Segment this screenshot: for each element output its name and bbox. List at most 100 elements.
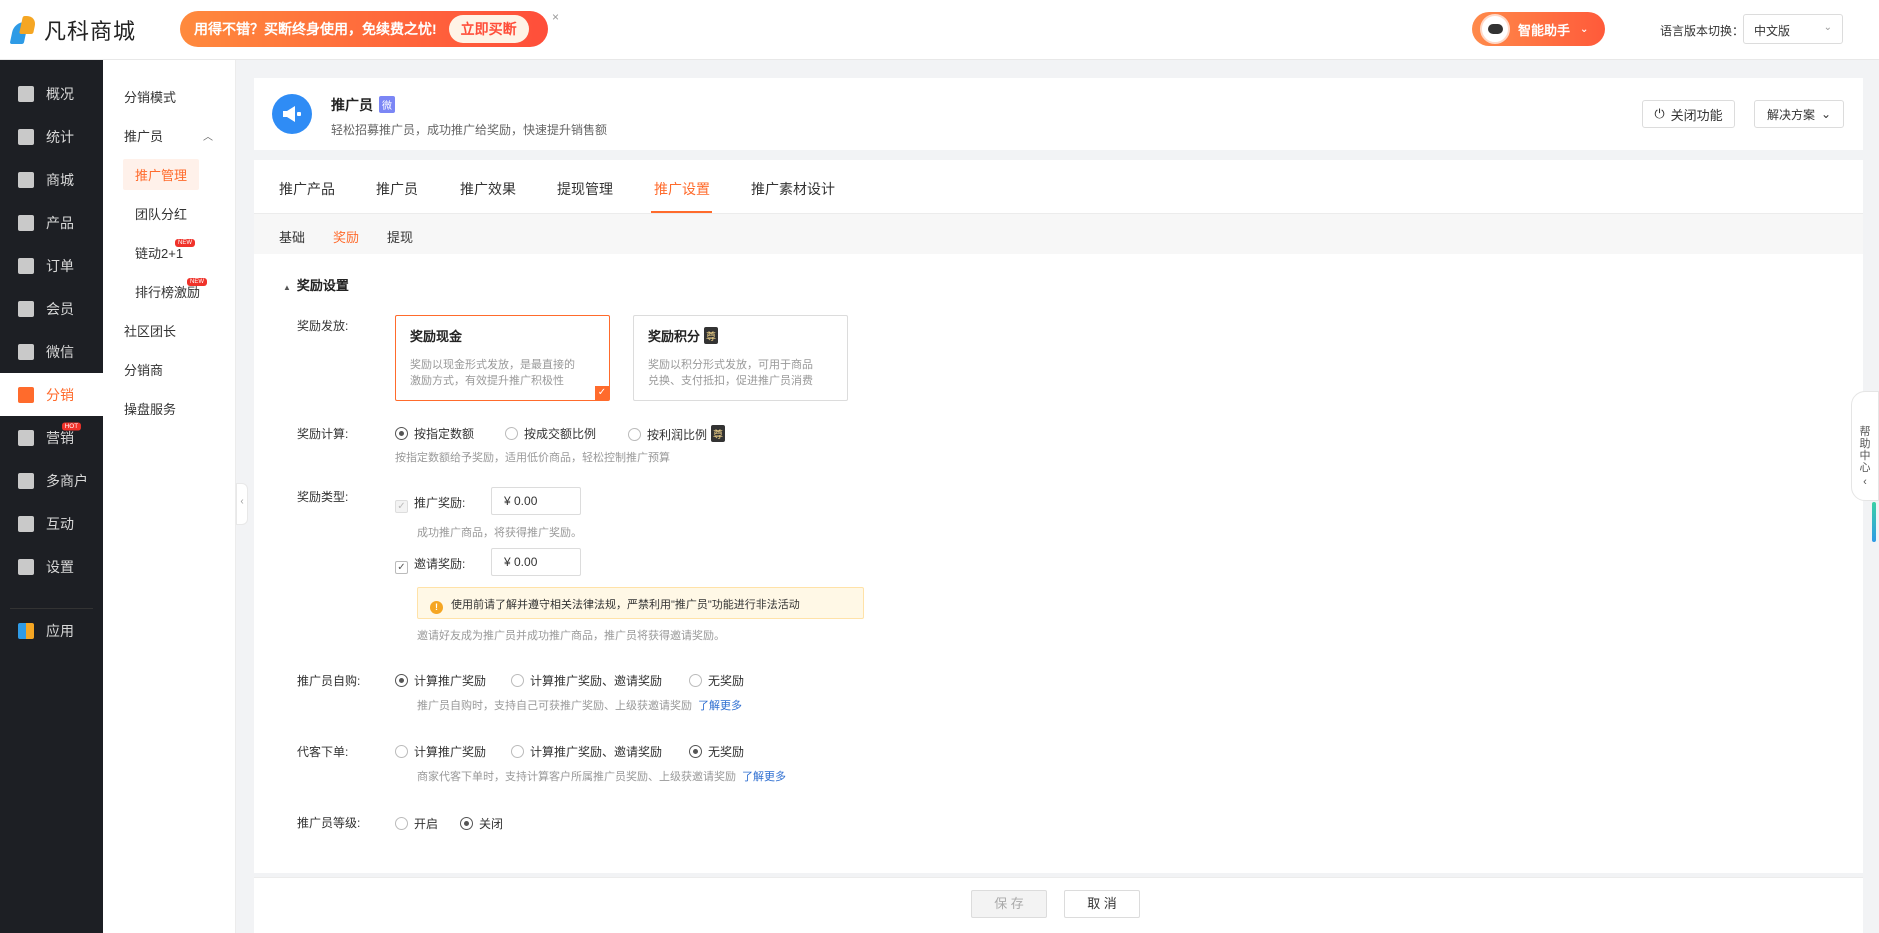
radio-fixed-amount[interactable]: 按指定数额	[395, 425, 474, 442]
close-feature-button[interactable]: ⏻ 关闭功能	[1642, 100, 1735, 128]
subtab-basic[interactable]: 基础	[279, 227, 305, 246]
sub-menu: 分销模式 推广员 ︿ 推广管理 团队分红 链动2+1 NEW 排行榜激励 NEW 社区…	[103, 60, 236, 933]
learn-more-link[interactable]: 了解更多	[742, 771, 786, 783]
section-title[interactable]: ▲ 奖励设置	[283, 275, 349, 294]
radio-self-promo-invite[interactable]: 计算推广奖励、邀请奖励	[511, 672, 662, 689]
sidebar-item-apps[interactable]: 应用	[0, 609, 103, 652]
radio-self-none[interactable]: 无奖励	[689, 672, 744, 689]
subtab-withdraw[interactable]: 提现	[387, 227, 413, 246]
language-select[interactable]: 中文版 ⌄	[1743, 14, 1843, 44]
check-icon: ✓	[595, 386, 609, 400]
help-text: 帮 助 中 心	[1859, 426, 1871, 474]
close-icon[interactable]: ×	[552, 10, 559, 24]
radio-level-on[interactable]: 开启	[395, 815, 438, 832]
proxy-order-hint: 商家代客下单时，支持计算客户所属推广员奖励、上级获邀请奖励 了解更多	[417, 768, 786, 784]
submenu-item-mode[interactable]: 分销模式	[103, 77, 235, 116]
lang-label: 语言版本切换：	[1660, 24, 1745, 38]
submenu-label: 推广管理	[123, 159, 200, 190]
grid-icon	[18, 214, 34, 231]
sidebar-item-label: 产品	[46, 214, 74, 231]
radio-proxy-none[interactable]: 无奖励	[689, 743, 744, 760]
tab-promo-effect[interactable]: 推广效果	[460, 179, 516, 199]
sidebar-item-settings[interactable]: 设置	[0, 545, 103, 588]
submenu-item-team-bonus[interactable]: 团队分红	[103, 194, 235, 233]
submenu-item-chain[interactable]: 链动2+1 NEW	[103, 233, 235, 272]
radio-label: 按成交额比例	[524, 427, 597, 441]
card-desc: 奖励以积分形式发放，可用于商品 兑换、支付抵扣，促进推广员消费	[648, 357, 833, 389]
invite-reward-input[interactable]: ¥ 0.00	[491, 548, 581, 576]
radio-proxy-promo-invite[interactable]: 计算推广奖励、邀请奖励	[511, 743, 662, 760]
radio-profit-ratio[interactable]: 按利润比例尊	[628, 425, 726, 443]
submenu-item-community[interactable]: 社区团长	[103, 311, 235, 350]
chevron-down-icon: ⌄	[1820, 107, 1832, 121]
tab-promo-products[interactable]: 推广产品	[279, 179, 335, 199]
logo[interactable]: 凡科商城	[9, 14, 136, 46]
collapse-submenu-button[interactable]: ‹	[236, 483, 248, 525]
radio-label: 按指定数额	[414, 427, 475, 441]
user-share-icon	[18, 386, 34, 403]
tab-promoters[interactable]: 推广员	[376, 179, 418, 199]
sidebar-item-marketing[interactable]: 营销 HOT	[0, 416, 103, 459]
submenu-item-promo-manage[interactable]: 推广管理	[103, 155, 235, 194]
title-text: 推广员	[331, 97, 373, 113]
sidebar-item-distribution[interactable]: 分销	[0, 373, 103, 416]
sidebar-item-products[interactable]: 产品	[0, 201, 103, 244]
save-button[interactable]: 保 存	[971, 890, 1047, 918]
invite-reward-checkbox[interactable]: ✓ 邀请奖励:	[395, 555, 465, 574]
sidebar-item-stats[interactable]: 统计	[0, 115, 103, 158]
radio-self-promo[interactable]: 计算推广奖励	[395, 672, 486, 689]
cancel-button[interactable]: 取 消	[1064, 890, 1140, 918]
promo-reward-hint: 成功推广商品，将获得推广奖励。	[417, 527, 582, 539]
sidebar-item-mall[interactable]: 商城	[0, 158, 103, 201]
self-buy-hint: 推广员自购时，支持自己可获推广奖励、上级获邀请奖励 了解更多	[417, 697, 742, 713]
help-indicator	[1872, 502, 1876, 542]
tab-material-design[interactable]: 推广素材设计	[751, 179, 835, 199]
promo-reward-input[interactable]: ¥ 0.00	[491, 487, 581, 515]
radio-proxy-promo[interactable]: 计算推广奖励	[395, 743, 486, 760]
learn-more-link[interactable]: 了解更多	[698, 700, 742, 712]
submenu-item-distributor[interactable]: 分销商	[103, 350, 235, 389]
ai-assistant-button[interactable]: 智能助手 ⌄	[1472, 12, 1605, 46]
store-icon	[18, 472, 34, 489]
solution-dropdown[interactable]: 解决方案 ⌄	[1754, 100, 1844, 128]
help-center-tab[interactable]: 帮 助 中 心 ‹	[1851, 391, 1879, 501]
submenu-item-operation[interactable]: 操盘服务	[103, 389, 235, 428]
checkbox-label: 邀请奖励:	[414, 557, 466, 571]
desc-line: 奖励以积分形式发放，可用于商品	[648, 359, 813, 371]
layers-icon	[18, 85, 34, 102]
megaphone-icon	[272, 94, 312, 134]
sidebar-item-wechat[interactable]: 微信	[0, 330, 103, 373]
radio-sales-ratio[interactable]: 按成交额比例	[505, 425, 596, 442]
submenu-item-promoter[interactable]: 推广员 ︿	[103, 116, 235, 155]
sidebar-item-members[interactable]: 会员	[0, 287, 103, 330]
reward-points-card[interactable]: 奖励积分尊 奖励以积分形式发放，可用于商品 兑换、支付抵扣，促进推广员消费	[633, 315, 848, 401]
chevron-down-icon: ⌄	[1580, 23, 1589, 35]
radio-label: 无奖励	[708, 674, 745, 688]
chevron-up-icon: ︿	[203, 132, 213, 143]
reward-cash-card[interactable]: 奖励现金 奖励以现金形式发放，是最直接的 激励方式，有效提升推广积极性 ✓	[395, 315, 610, 401]
sidebar-item-multi-merchant[interactable]: 多商户	[0, 459, 103, 502]
page-title: 推广员微	[331, 95, 395, 115]
submenu-item-ranking[interactable]: 排行榜激励 NEW	[103, 272, 235, 311]
promo-reward-checkbox[interactable]: ✓ 推广奖励:	[395, 494, 465, 513]
submenu-label: 团队分红	[135, 207, 188, 222]
level-label: 推广员等级:	[297, 816, 361, 830]
tab-promo-settings[interactable]: 推广设置	[654, 179, 710, 199]
settings-card: 推广产品 推广员 推广效果 提现管理 推广设置 推广素材设计 基础 奖励 提现 …	[254, 160, 1863, 873]
promo-banner[interactable]: 用得不错？买断终身使用，免续费之忧! 立即买断	[180, 11, 548, 47]
reward-issue-label: 奖励发放:	[297, 319, 349, 333]
proxy-order-label: 代客下单:	[297, 745, 349, 759]
buyout-button[interactable]: 立即买断	[448, 15, 529, 43]
sidebar-item-interaction[interactable]: 互动	[0, 502, 103, 545]
sidebar-item-orders[interactable]: 订单	[0, 244, 103, 287]
radio-level-off[interactable]: 关闭	[460, 815, 503, 832]
reward-type-label: 奖励类型:	[297, 490, 349, 504]
tab-withdraw-manage[interactable]: 提现管理	[557, 179, 613, 199]
radio-icon	[395, 427, 408, 440]
sidebar-item-label: 概况	[46, 85, 74, 102]
subtab-reward[interactable]: 奖励	[333, 227, 359, 246]
page-desc: 轻松招募推广员，成功推广给奖励，快速提升销售额	[331, 123, 608, 137]
radio-label: 计算推广奖励、邀请奖励	[530, 745, 663, 759]
robot-icon	[1480, 14, 1510, 44]
sidebar-item-overview[interactable]: 概况	[0, 72, 103, 115]
